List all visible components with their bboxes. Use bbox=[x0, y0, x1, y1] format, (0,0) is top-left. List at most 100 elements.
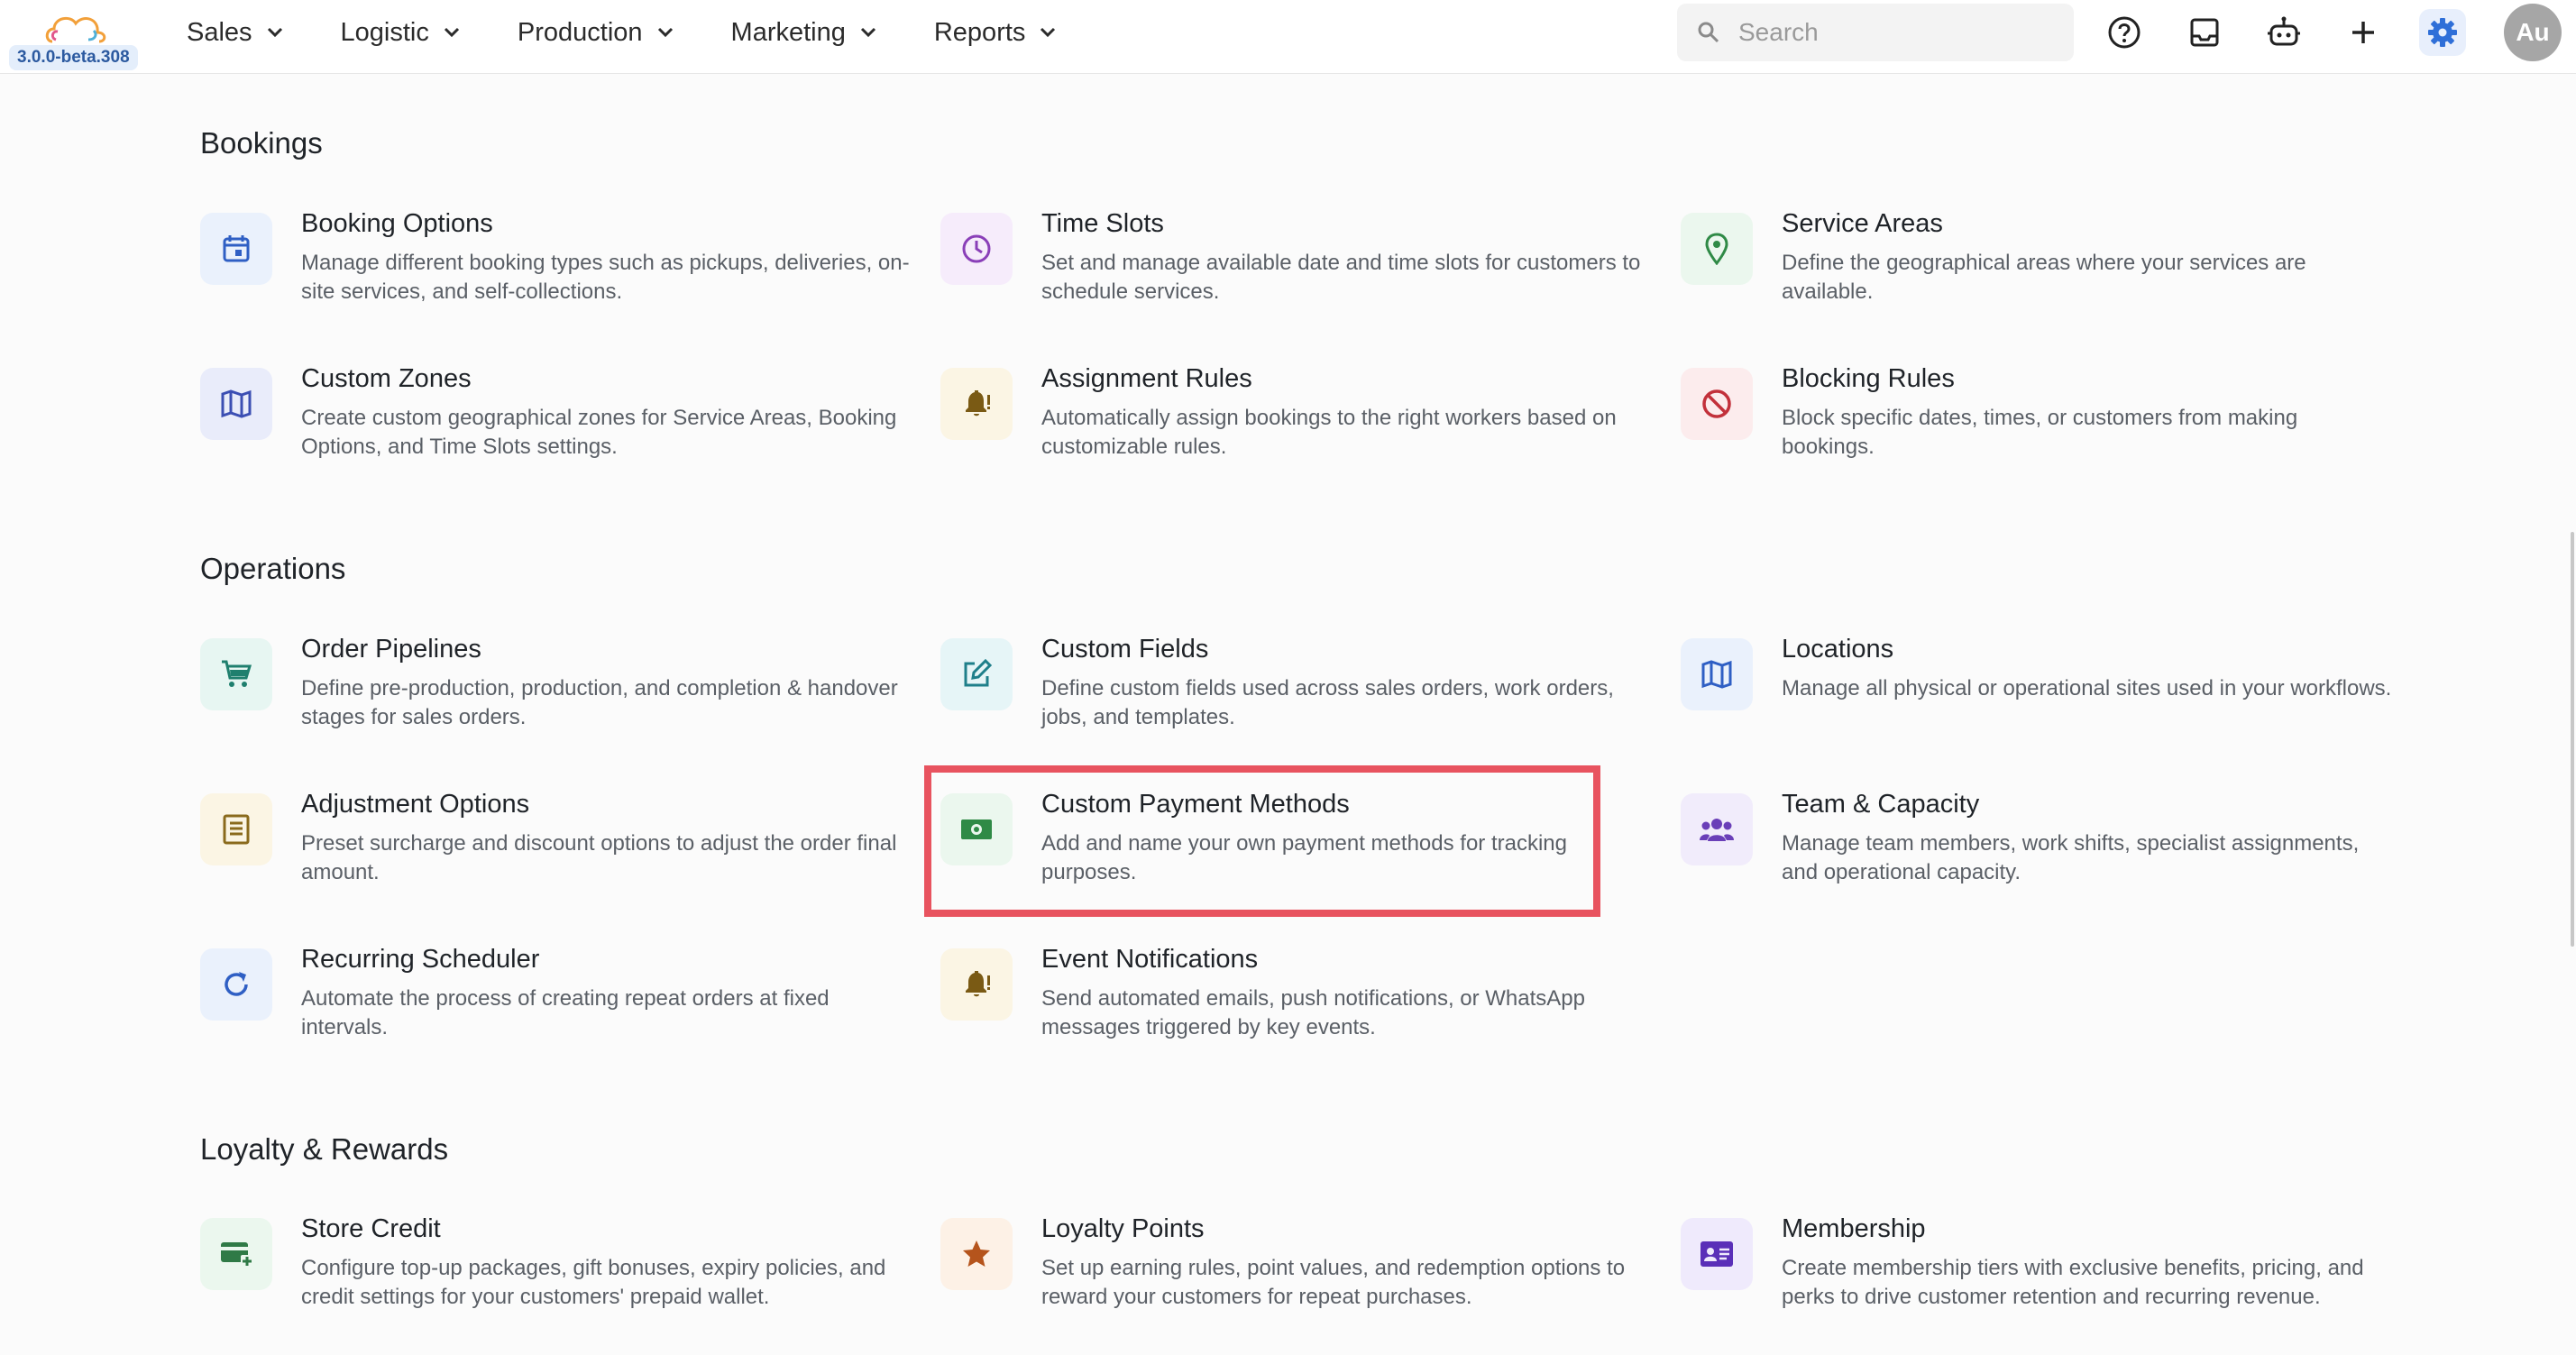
item-description: Send automated emails, push notification… bbox=[1041, 986, 1585, 1039]
settings-item-store-credit[interactable]: Store Credit Configure top-up packages, … bbox=[200, 1214, 894, 1332]
chevron-down-icon bbox=[657, 27, 673, 38]
map-icon bbox=[1701, 660, 1732, 689]
nav-label: Reports bbox=[933, 17, 1026, 47]
item-title: Blocking Rules bbox=[1782, 364, 1955, 393]
credit-card-plus-icon bbox=[221, 1242, 253, 1268]
item-description: Create membership tiers with exclusive b… bbox=[1782, 1256, 2364, 1309]
icon-box bbox=[1681, 213, 1753, 285]
item-title: Assignment Rules bbox=[1041, 364, 1252, 393]
icon-box bbox=[1681, 368, 1753, 440]
icon-box bbox=[1681, 793, 1753, 865]
item-title: Event Notifications bbox=[1041, 945, 1259, 974]
item-title: Recurring Scheduler bbox=[301, 945, 540, 974]
nav-logistic[interactable]: Logistic bbox=[341, 18, 460, 48]
item-title: Order Pipelines bbox=[301, 635, 481, 664]
item-description: Configure top-up packages, gift bonuses,… bbox=[301, 1256, 886, 1309]
settings-item-order-pipelines[interactable]: Order Pipelines Define pre-production, p… bbox=[200, 635, 898, 752]
item-title: Team & Capacity bbox=[1782, 790, 1980, 819]
gear-icon bbox=[2428, 18, 2457, 47]
item-description: Manage team members, work shifts, specia… bbox=[1782, 831, 2360, 884]
item-description: Manage all physical or operational sites… bbox=[1782, 676, 2392, 700]
settings-item-service-areas[interactable]: Service Areas Define the geographical ar… bbox=[1681, 209, 2375, 326]
help-button[interactable] bbox=[2101, 9, 2148, 56]
map-icon bbox=[221, 389, 252, 418]
item-description: Block specific dates, times, or customer… bbox=[1782, 406, 2298, 459]
icon-box bbox=[200, 368, 272, 440]
icon-box bbox=[200, 638, 272, 710]
settings-item-loyalty-points[interactable]: Loyalty Points Set up earning rules, poi… bbox=[940, 1214, 1635, 1332]
item-description: Define custom fields used across sales o… bbox=[1041, 676, 1614, 729]
item-title: Time Slots bbox=[1041, 209, 1164, 238]
settings-item-locations[interactable]: Locations Manage all physical or operati… bbox=[1681, 635, 2391, 752]
nav-reports[interactable]: Reports bbox=[934, 18, 1057, 48]
avatar[interactable]: Au bbox=[2504, 4, 2562, 61]
item-description: Set and manage available date and time s… bbox=[1041, 251, 1641, 304]
settings-item-custom-fields[interactable]: Custom Fields Define custom fields used … bbox=[940, 635, 1635, 752]
settings-item-event-notifications[interactable]: Event Notifications Send automated email… bbox=[940, 945, 1635, 1062]
item-description: Manage different booking types such as p… bbox=[301, 251, 910, 304]
icon-box bbox=[200, 213, 272, 285]
item-title: Membership bbox=[1782, 1214, 1926, 1243]
nav-label: Marketing bbox=[730, 17, 846, 47]
highlight-box bbox=[924, 765, 1600, 917]
bell-alert-icon bbox=[966, 390, 990, 417]
edit-icon bbox=[964, 658, 993, 687]
nav-label: Production bbox=[517, 17, 643, 47]
item-description: Set up earning rules, point values, and … bbox=[1041, 1256, 1626, 1309]
item-title: Booking Options bbox=[301, 209, 493, 238]
nav-marketing[interactable]: Marketing bbox=[731, 18, 876, 48]
main-nav: Sales Logistic Production Marketing Repo… bbox=[187, 0, 1114, 65]
group-icon bbox=[1700, 819, 1734, 841]
assistant-button[interactable] bbox=[2260, 9, 2307, 56]
settings-item-adjustment-options[interactable]: Adjustment Options Preset surcharge and … bbox=[200, 790, 896, 907]
nav-production[interactable]: Production bbox=[518, 18, 674, 48]
settings-item-recurring-scheduler[interactable]: Recurring Scheduler Automate the process… bbox=[200, 945, 894, 1062]
settings-item-team-capacity[interactable]: Team & Capacity Manage team members, wor… bbox=[1681, 790, 2375, 907]
app-logo[interactable] bbox=[43, 7, 110, 50]
chevron-down-icon bbox=[444, 27, 459, 38]
cart-icon bbox=[222, 660, 252, 687]
settings-item-time-slots[interactable]: Time Slots Set and manage available date… bbox=[940, 209, 1640, 326]
item-title: Custom Zones bbox=[301, 364, 472, 393]
settings-item-membership[interactable]: Membership Create membership tiers with … bbox=[1681, 1214, 2375, 1332]
icon-box bbox=[200, 793, 272, 865]
item-description: Define pre-production, production, and c… bbox=[301, 676, 898, 729]
nav-label: Sales bbox=[187, 17, 252, 47]
icon-box bbox=[940, 948, 1013, 1021]
settings-item-custom-zones[interactable]: Custom Zones Create custom geographical … bbox=[200, 364, 896, 481]
location-pin-icon bbox=[1705, 233, 1728, 265]
item-title: Service Areas bbox=[1782, 209, 1943, 238]
section-title-loyalty-rewards: Loyalty & Rewards bbox=[200, 1132, 449, 1166]
calendar-icon bbox=[223, 235, 250, 262]
version-badge: 3.0.0-beta.308 bbox=[9, 45, 138, 70]
icon-box bbox=[940, 1218, 1013, 1290]
icon-box bbox=[200, 948, 272, 1021]
nav-sales[interactable]: Sales bbox=[187, 18, 283, 48]
inbox-icon bbox=[2190, 18, 2219, 47]
id-card-icon bbox=[1701, 1241, 1733, 1267]
search-box[interactable] bbox=[1677, 4, 2074, 61]
settings-item-blocking-rules[interactable]: Blocking Rules Block specific dates, tim… bbox=[1681, 364, 2375, 481]
block-icon bbox=[1702, 389, 1731, 418]
bell-alert-icon bbox=[966, 971, 990, 997]
search-input[interactable] bbox=[1737, 17, 2065, 48]
item-title: Loyalty Points bbox=[1041, 1214, 1205, 1243]
robot-icon bbox=[2268, 16, 2300, 46]
refresh-icon bbox=[225, 972, 248, 996]
settings-button[interactable] bbox=[2419, 9, 2466, 56]
receipt-icon bbox=[223, 814, 250, 845]
item-title: Locations bbox=[1782, 635, 1894, 664]
settings-item-booking-options[interactable]: Booking Options Manage different booking… bbox=[200, 209, 910, 326]
icon-box bbox=[1681, 638, 1753, 710]
item-description: Automate the process of creating repeat … bbox=[301, 986, 830, 1039]
clock-icon bbox=[962, 234, 991, 263]
create-button[interactable] bbox=[2340, 9, 2387, 56]
plus-icon bbox=[2352, 22, 2374, 43]
icon-box bbox=[940, 213, 1013, 285]
scrollbar[interactable] bbox=[2571, 532, 2574, 947]
icon-box bbox=[1681, 1218, 1753, 1290]
star-icon bbox=[963, 1241, 990, 1267]
top-bar: 3.0.0-beta.308 Sales Logistic Production… bbox=[0, 0, 2576, 74]
settings-item-assignment-rules[interactable]: Assignment Rules Automatically assign bo… bbox=[940, 364, 1635, 481]
inbox-button[interactable] bbox=[2181, 9, 2228, 56]
